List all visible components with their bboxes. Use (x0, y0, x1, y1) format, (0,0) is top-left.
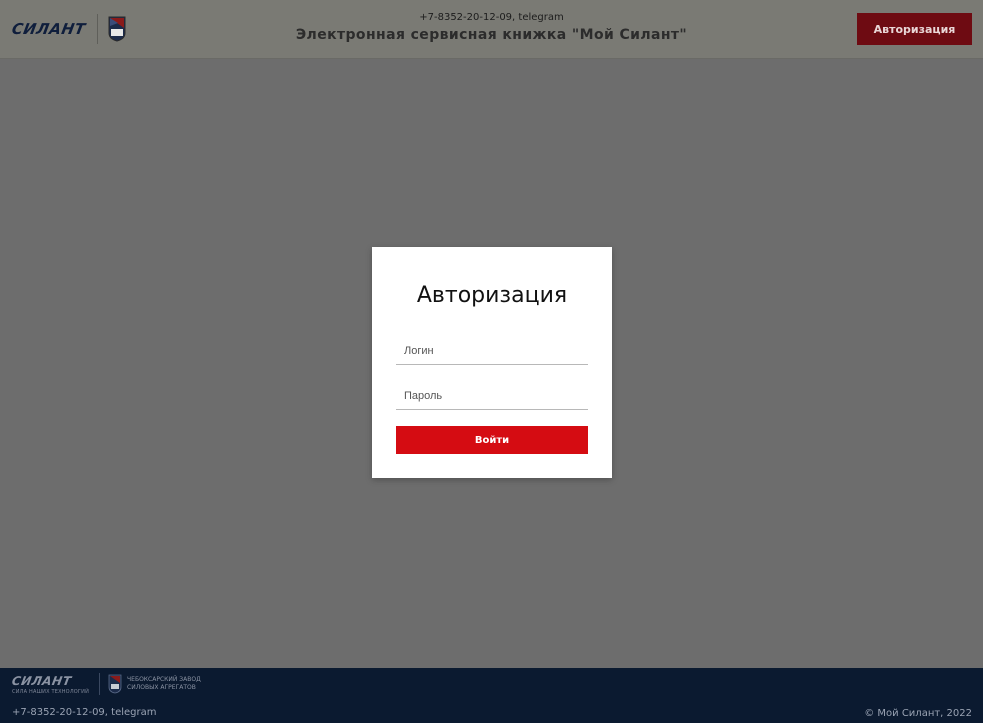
header-auth-button[interactable]: Авторизация (857, 13, 972, 45)
header: СИЛАНТ +7-8352-20-12-09, telegram Электр… (0, 0, 983, 59)
footer-plant-line2: СИЛОВЫХ АГРЕГАТОВ (127, 684, 196, 691)
modal-title: Авторизация (416, 283, 568, 308)
footer-logo-block: СИЛАНТ СИЛА НАШИХ ТЕХНОЛОГИЙ (10, 673, 90, 695)
footer-silant-logo: СИЛАНТ (10, 673, 73, 688)
footer-phone: +7-8352-20-12-09, telegram (12, 707, 157, 718)
footer: СИЛАНТ СИЛА НАШИХ ТЕХНОЛОГИЙ ЧЕБОКСАРСКИ… (0, 668, 983, 723)
footer-logo: СИЛАНТ СИЛА НАШИХ ТЕХНОЛОГИЙ ЧЕБОКСАРСКИ… (10, 673, 201, 695)
header-info: +7-8352-20-12-09, telegram Электронная с… (0, 11, 983, 43)
header-phone: +7-8352-20-12-09, telegram (419, 12, 564, 23)
footer-plant-name: ЧЕБОКСАРСКИЙ ЗАВОД СИЛОВЫХ АГРЕГАТОВ (127, 676, 201, 692)
footer-emblem-icon (108, 674, 122, 694)
login-modal: Авторизация Войти (372, 247, 612, 478)
footer-slogan: СИЛА НАШИХ ТЕХНОЛОГИЙ (12, 688, 90, 695)
footer-divider (99, 673, 101, 695)
login-button[interactable]: Войти (396, 426, 588, 454)
footer-copyright: © Мой Силант, 2022 (864, 708, 972, 719)
footer-plant-line1: ЧЕБОКСАРСКИЙ ЗАВОД (127, 676, 201, 683)
page-title: Электронная сервисная книжка "Мой Силант… (295, 27, 688, 43)
login-input[interactable] (396, 337, 588, 365)
password-input[interactable] (396, 382, 588, 410)
